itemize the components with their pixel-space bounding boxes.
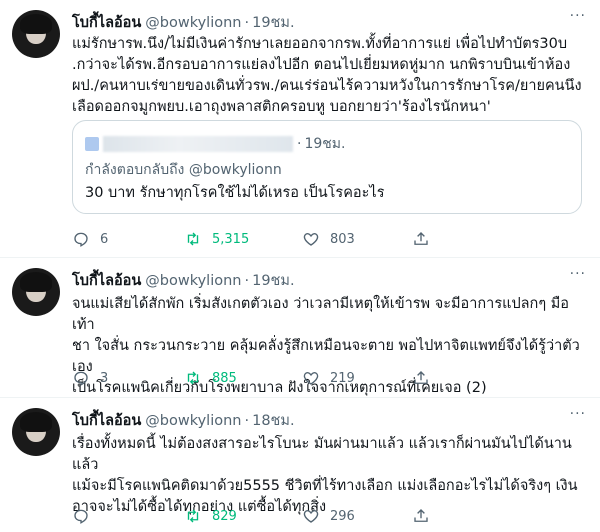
- tweet-actions: 829 296: [72, 506, 512, 526]
- like-button[interactable]: 296: [302, 507, 355, 525]
- user-handle[interactable]: @bowkylionn: [145, 15, 241, 31]
- separator-dot: ·: [297, 136, 302, 152]
- display-name[interactable]: โบกี้ไลอ้อน: [72, 11, 141, 34]
- retweet-button[interactable]: 5,315: [184, 230, 249, 248]
- quoted-timestamp[interactable]: 19ชม.: [304, 133, 345, 155]
- heart-icon: [303, 510, 319, 523]
- user-handle[interactable]: @bowkylionn: [145, 273, 241, 289]
- like-count: 296: [330, 508, 355, 524]
- share-icon: [414, 232, 428, 245]
- like-count: 803: [330, 231, 355, 247]
- retweet-button[interactable]: 829: [184, 507, 237, 525]
- replying-to-label: กำลังตอบกลับถึง: [85, 162, 185, 178]
- replying-to: กำลังตอบกลับถึง @bowkylionn: [85, 159, 282, 181]
- display-name[interactable]: โบกี้ไลอ้อน: [72, 269, 141, 292]
- share-button[interactable]: [412, 369, 440, 387]
- user-handle[interactable]: @bowkylionn: [145, 413, 241, 429]
- reply-icon: [74, 509, 88, 524]
- retweet-icon: [187, 509, 199, 523]
- timestamp[interactable]: 19ชม.: [252, 11, 294, 34]
- quoted-tweet-text: 30 บาท รักษาทุกโรคใช้ไม่ได้เหรอ เป็นโรคอ…: [85, 185, 385, 201]
- retweet-count: 885: [212, 370, 237, 386]
- tweet-actions: 6 5,315 803: [72, 229, 512, 249]
- heart-icon: [303, 233, 319, 246]
- timestamp[interactable]: 19ชม.: [252, 269, 294, 292]
- share-button[interactable]: [412, 507, 440, 525]
- quoted-tweet-header: · 19ชม.: [85, 133, 345, 155]
- like-count: 219: [330, 370, 355, 386]
- heart-icon: [303, 372, 319, 385]
- avatar[interactable]: [12, 10, 60, 58]
- retweet-button[interactable]: 885: [184, 369, 237, 387]
- separator-dot: ·: [244, 413, 250, 429]
- display-name[interactable]: โบกี้ไลอ้อน: [72, 409, 141, 432]
- more-options-icon[interactable]: ···: [570, 266, 586, 282]
- more-options-icon[interactable]: ···: [570, 406, 586, 422]
- avatar[interactable]: [12, 408, 60, 456]
- share-button[interactable]: [412, 230, 440, 248]
- reply-count: 6: [100, 231, 109, 247]
- reply-button[interactable]: 6: [72, 230, 108, 248]
- more-options-icon[interactable]: ···: [570, 8, 586, 24]
- tweet-header: โบกี้ไลอ้อน @bowkylionn · 18ชม.: [72, 409, 556, 432]
- reply-icon: [74, 371, 88, 386]
- timestamp[interactable]: 18ชม.: [252, 409, 294, 432]
- tweet[interactable]: โบกี้ไลอ้อน @bowkylionn · 18ชม. ··· เรื่…: [0, 398, 600, 532]
- tweet-actions: 3 885 219: [72, 368, 512, 388]
- like-button[interactable]: 219: [302, 369, 355, 387]
- retweet-icon: [187, 232, 199, 246]
- separator-dot: ·: [244, 273, 250, 289]
- reply-icon: [74, 232, 88, 247]
- reply-button[interactable]: [72, 507, 100, 525]
- like-button[interactable]: 803: [302, 230, 355, 248]
- blurred-avatar: [85, 137, 99, 151]
- avatar[interactable]: [12, 268, 60, 316]
- tweet[interactable]: โบกี้ไลอ้อน @bowkylionn · 19ชม. ··· แม่ร…: [0, 0, 600, 258]
- tweet-header: โบกี้ไลอ้อน @bowkylionn · 19ชม.: [72, 269, 556, 292]
- quoted-tweet[interactable]: · 19ชม. กำลังตอบกลับถึง @bowkylionn 30 บ…: [72, 120, 582, 214]
- reply-count: 3: [100, 370, 109, 386]
- tweet-text: แม่รักษารพ.นึง/ไม่มีเงินค่ารักษาเลยออกจา…: [72, 36, 582, 115]
- replying-to-handle[interactable]: @bowkylionn: [189, 162, 282, 178]
- share-icon: [414, 371, 428, 384]
- tweet[interactable]: โบกี้ไลอ้อน @bowkylionn · 19ชม. ··· จนแม…: [0, 258, 600, 398]
- tweet-header: โบกี้ไลอ้อน @bowkylionn · 19ชม.: [72, 11, 556, 34]
- reply-button[interactable]: 3: [72, 369, 108, 387]
- separator-dot: ·: [244, 15, 250, 31]
- blurred-username: [103, 136, 293, 152]
- share-icon: [414, 509, 428, 522]
- retweet-icon: [187, 371, 199, 385]
- retweet-count: 5,315: [212, 231, 250, 247]
- retweet-count: 829: [212, 508, 237, 524]
